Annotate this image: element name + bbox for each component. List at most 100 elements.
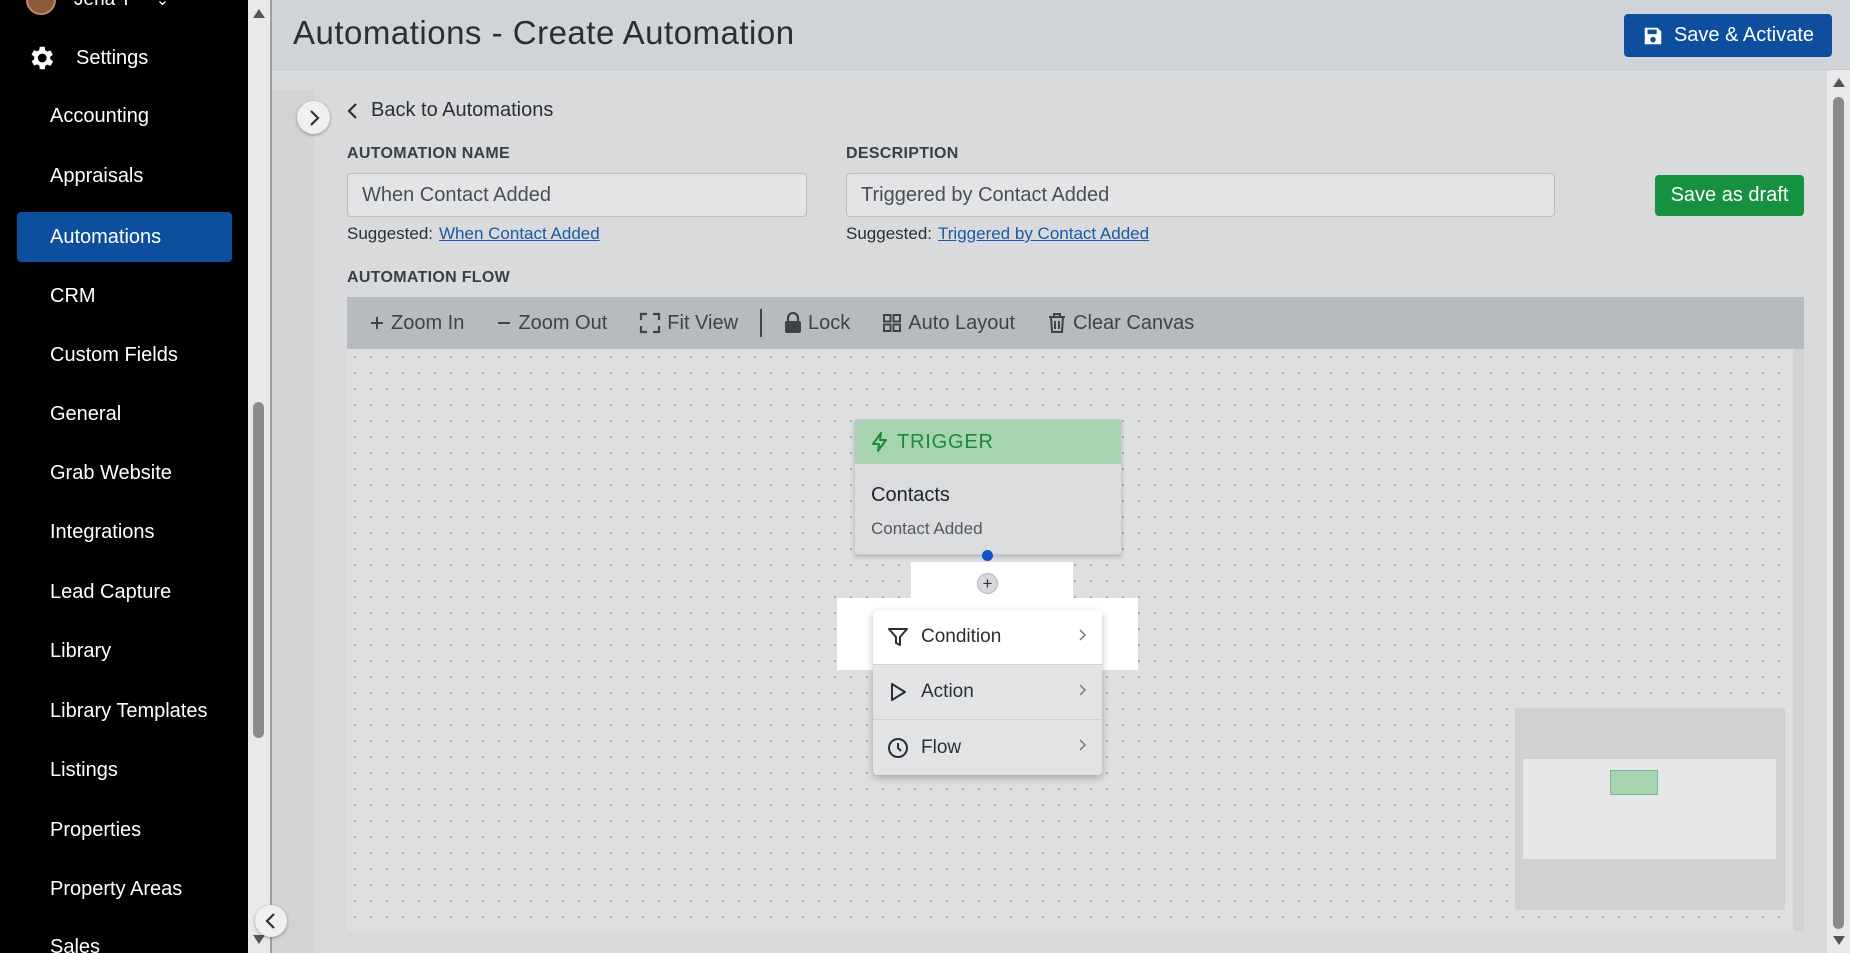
auto-layout-button[interactable]: Auto Layout <box>882 312 1015 335</box>
chevron-left-icon <box>265 913 275 929</box>
sidebar-item-library[interactable]: Library <box>17 626 232 676</box>
sidebar-scrollbar[interactable] <box>248 0 270 953</box>
flow-toolbar: Zoom In Zoom Out Fit View Lock Auto Layo… <box>347 297 1804 349</box>
node-output-handle[interactable] <box>982 550 993 561</box>
settings-section-header[interactable]: Settings <box>26 42 148 74</box>
grid-icon <box>883 314 902 332</box>
plus-icon <box>371 317 383 329</box>
scroll-up-arrow-icon[interactable] <box>1833 78 1845 87</box>
menu-item-label: Flow <box>921 736 962 758</box>
lightning-icon <box>872 432 887 452</box>
minimap[interactable] <box>1515 708 1785 910</box>
lock-label: Lock <box>808 311 851 334</box>
trigger-title: Contacts <box>871 484 950 506</box>
settings-label: Settings <box>76 46 149 69</box>
chevron-right-icon <box>1079 629 1086 641</box>
filter-icon <box>888 628 908 646</box>
back-label: Back to Automations <box>371 99 554 121</box>
trigger-label: TRIGGER <box>897 430 994 453</box>
auto-layout-label: Auto Layout <box>908 311 1016 334</box>
chevron-right-icon <box>1079 684 1086 696</box>
scroll-down-arrow-icon[interactable] <box>1833 936 1845 945</box>
sidebar-item-properties[interactable]: Properties <box>17 805 232 855</box>
add-step-menu: Condition Action Flow <box>873 610 1102 775</box>
back-to-automations-link[interactable]: Back to Automations <box>347 99 553 122</box>
lock-button[interactable]: Lock <box>784 312 850 335</box>
save-as-draft-button[interactable]: Save as draft <box>1655 175 1804 216</box>
sidebar-item-custom-fields[interactable]: Custom Fields <box>17 330 232 380</box>
play-icon <box>891 683 906 701</box>
description-suggestion: Suggested: Triggered by Contact Added <box>846 224 1149 244</box>
zoom-out-label: Zoom Out <box>518 311 608 334</box>
menu-item-condition[interactable]: Condition <box>873 610 1102 665</box>
clear-canvas-label: Clear Canvas <box>1073 311 1195 334</box>
chevron-left-icon <box>347 102 357 119</box>
sidebar-item-automations[interactable]: Automations <box>17 212 232 262</box>
trigger-subtitle: Contact Added <box>871 519 983 538</box>
name-suggestion-link[interactable]: When Contact Added <box>439 224 600 243</box>
avatar <box>26 0 56 15</box>
collapse-sidebar-button[interactable] <box>255 905 287 937</box>
fit-view-button[interactable]: Fit View <box>639 312 738 335</box>
description-suggestion-link[interactable]: Triggered by Contact Added <box>938 224 1149 243</box>
chevron-down-icon: ⌄ <box>155 0 170 9</box>
automation-name-label: AUTOMATION NAME <box>347 145 511 162</box>
scrollbar-thumb[interactable] <box>253 402 264 738</box>
clear-canvas-button[interactable]: Clear Canvas <box>1047 312 1194 335</box>
automation-flow-label: AUTOMATION FLOW <box>347 269 510 286</box>
sidebar-item-listings[interactable]: Listings <box>17 745 232 795</box>
sidebar-item-integrations[interactable]: Integrations <box>17 507 232 557</box>
sidebar-item-accounting[interactable]: Accounting <box>17 91 232 141</box>
fit-view-label: Fit View <box>667 311 739 334</box>
minus-icon <box>498 322 511 324</box>
sidebar: Jena T ⌄ Settings Accounting Appraisals … <box>0 0 248 953</box>
sidebar-item-crm[interactable]: CRM <box>17 271 232 321</box>
zoom-in-label: Zoom In <box>391 311 465 334</box>
trigger-node-header: TRIGGER <box>855 420 1121 464</box>
menu-item-flow[interactable]: Flow <box>873 720 1102 775</box>
scroll-down-arrow-icon[interactable] <box>253 935 265 944</box>
sidebar-item-property-areas[interactable]: Property Areas <box>17 864 232 914</box>
content-gutter <box>272 90 314 953</box>
minimap-node <box>1610 770 1658 795</box>
user-menu[interactable]: Jena T ⌄ <box>26 0 170 15</box>
expand-panel-button[interactable] <box>297 101 330 134</box>
add-step-button[interactable]: + <box>977 573 998 594</box>
toolbar-separator <box>760 309 763 337</box>
save-activate-label: Save & Activate <box>1673 24 1815 46</box>
automation-name-input[interactable]: When Contact Added <box>347 173 807 217</box>
sidebar-item-library-templates[interactable]: Library Templates <box>17 686 232 736</box>
zoom-out-button[interactable]: Zoom Out <box>496 312 607 335</box>
description-label: DESCRIPTION <box>846 145 959 162</box>
sidebar-item-grab-website[interactable]: Grab Website <box>17 448 232 498</box>
gear-icon <box>31 46 54 70</box>
fit-view-icon <box>640 312 661 334</box>
menu-item-label: Condition <box>921 626 1002 647</box>
page-header: Automations - Create Automation Save & A… <box>272 0 1850 70</box>
clock-icon <box>888 737 908 758</box>
zoom-in-button[interactable]: Zoom In <box>369 312 464 335</box>
suggested-prefix: Suggested: <box>846 224 933 243</box>
chevron-right-icon <box>1079 739 1086 751</box>
lock-icon <box>785 312 802 333</box>
save-activate-button[interactable]: Save & Activate <box>1624 14 1832 57</box>
save-icon <box>1644 27 1662 44</box>
trash-icon <box>1049 313 1066 333</box>
sidebar-item-general[interactable]: General <box>17 389 232 439</box>
canvas-edge <box>1793 349 1804 931</box>
name-suggestion: Suggested: When Contact Added <box>347 224 600 244</box>
menu-item-label: Action <box>921 681 974 702</box>
chevron-right-icon <box>309 109 320 126</box>
description-input[interactable]: Triggered by Contact Added <box>846 173 1555 217</box>
page-title: Automations - Create Automation <box>293 14 795 51</box>
suggested-prefix: Suggested: <box>347 224 434 243</box>
scroll-up-arrow-icon[interactable] <box>253 9 265 18</box>
menu-item-action[interactable]: Action <box>873 665 1102 720</box>
scrollbar-thumb[interactable] <box>1833 97 1844 929</box>
sidebar-item-sales[interactable]: Sales <box>17 922 232 953</box>
trigger-node[interactable]: TRIGGER Contacts Contact Added <box>854 419 1122 555</box>
main-scrollbar[interactable] <box>1827 70 1850 953</box>
sidebar-item-appraisals[interactable]: Appraisals <box>17 151 232 201</box>
user-name: Jena T <box>74 0 132 11</box>
sidebar-item-lead-capture[interactable]: Lead Capture <box>17 567 232 617</box>
